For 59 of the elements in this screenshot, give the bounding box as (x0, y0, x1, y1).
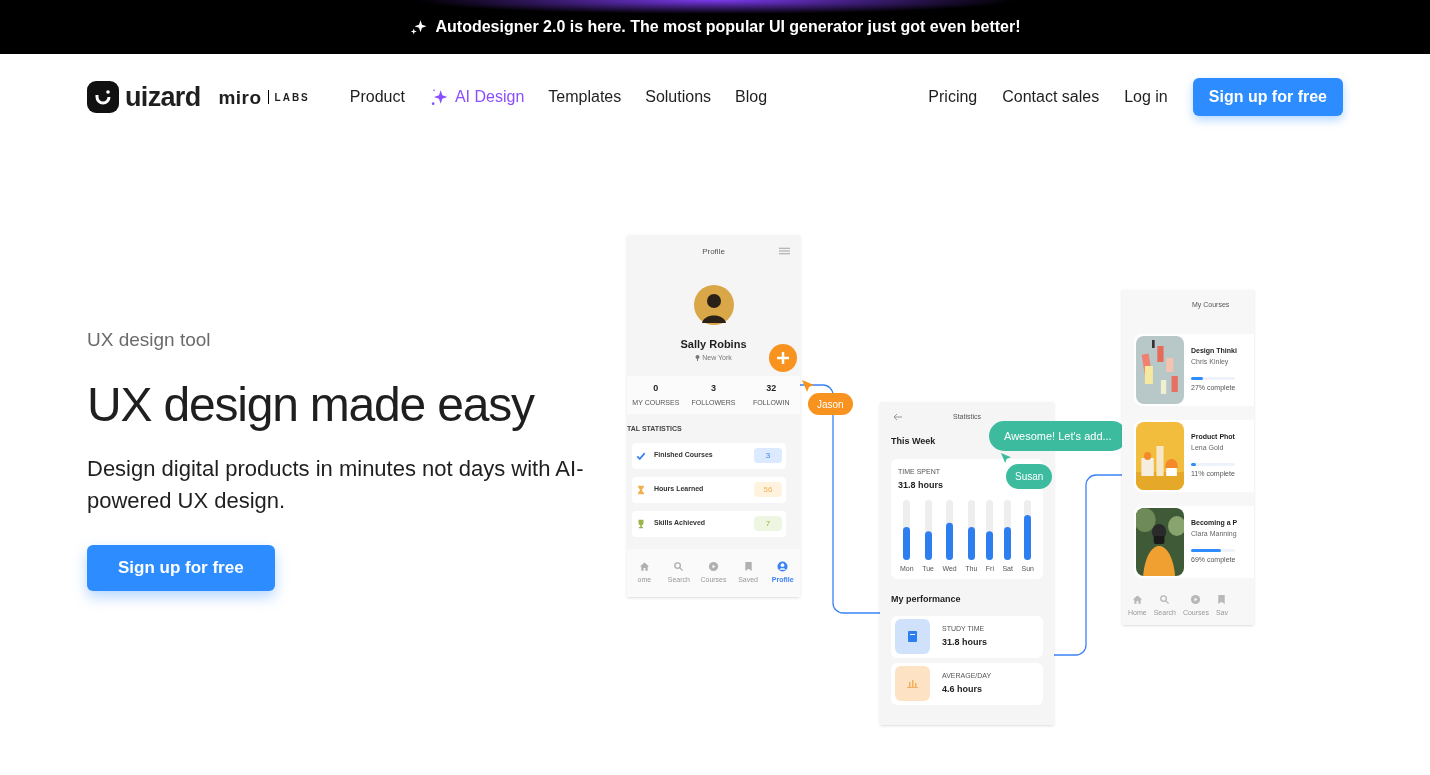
time-value: 31.8 hours (898, 479, 945, 492)
logo-wordmark[interactable]: uizard (125, 83, 201, 111)
filter-icon (779, 246, 790, 256)
count-value: 0 (653, 382, 659, 395)
cursor-icon (802, 380, 814, 392)
collaborator-tag: Susan (1006, 464, 1053, 489)
screen-title: Profile (702, 246, 725, 258)
hero-subtitle: Design digital products in minutes not days with AI-powered UX design. (87, 454, 585, 515)
bookmark-icon (742, 560, 754, 572)
trophy-icon (636, 518, 646, 529)
count-value: 3 (711, 382, 716, 395)
eyebrow-text: UX design tool (87, 328, 211, 352)
play-icon (1190, 594, 1202, 606)
sparkle-icon (409, 18, 428, 36)
hero-heading: UX design made easy (87, 376, 534, 433)
cursor-icon (1001, 453, 1011, 463)
metric-value: 4.6 hours (942, 683, 983, 696)
home-icon (1131, 594, 1143, 606)
nav-link[interactable]: Product (349, 85, 405, 109)
nav-link[interactable]: Blog (735, 85, 768, 109)
user-icon (777, 560, 789, 572)
home-icon (638, 560, 650, 572)
back-arrow-icon (893, 413, 902, 421)
partner-tag: LABS (274, 89, 310, 105)
chart-icon (907, 679, 918, 688)
bar-drawing (924, 499, 932, 560)
nav-link[interactable]: Pricing (928, 85, 978, 109)
bar-drawing (903, 499, 911, 560)
logo-icon (87, 81, 119, 113)
partner-wordmark: miro (218, 87, 262, 107)
metric-value: 31.8 hours (942, 636, 988, 649)
bar-drawing (1004, 499, 1012, 560)
nav-link[interactable]: Solutions (645, 85, 712, 109)
profile-name: Sally Robins (680, 337, 747, 352)
bar-drawing (986, 499, 994, 560)
stat-value: 7 (754, 516, 782, 531)
plus-icon (777, 352, 789, 364)
section-heading: My performance (891, 593, 962, 606)
search-icon (673, 560, 685, 572)
bar-drawing (946, 499, 954, 560)
announcement-text[interactable]: Autodesigner 2.0 is here. The most popular UI generator just got even better! (435, 15, 1021, 39)
nav-link[interactable]: Log in (1124, 85, 1168, 109)
book-icon (908, 631, 917, 642)
play-icon (708, 560, 719, 572)
bar-drawing (1024, 499, 1032, 560)
search-icon (1159, 594, 1171, 606)
count-value: 32 (766, 382, 777, 395)
hourglass-icon (636, 484, 646, 495)
stat-value: 56 (754, 482, 782, 497)
check-icon (636, 450, 646, 461)
collaborator-tag: Jason (808, 393, 853, 415)
nav-link[interactable]: Contact sales (1002, 85, 1100, 109)
stat-value: 3 (754, 448, 782, 463)
bar-drawing (967, 499, 975, 560)
pin-icon (695, 354, 701, 361)
nav-link[interactable]: Templates (548, 85, 622, 109)
avatar (693, 285, 734, 325)
nav-link[interactable]: AI Design (428, 85, 525, 109)
bookmark-icon (1216, 594, 1228, 606)
